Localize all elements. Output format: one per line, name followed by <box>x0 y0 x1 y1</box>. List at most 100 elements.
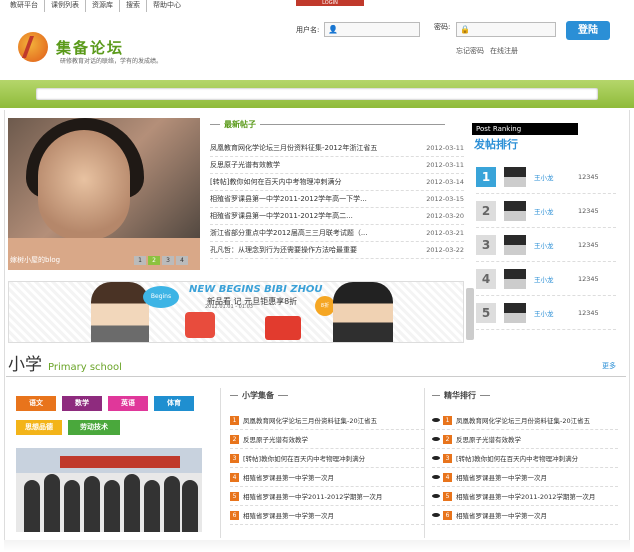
list-item[interactable]: 凤凰教育网化学论坛三月份资料征集-2012年浙江省五 2012-03-11 <box>210 140 464 157</box>
post-title[interactable]: 相殖省罗课县第一中学2011-2012学年高一下学... <box>210 194 410 204</box>
slider-page-3[interactable]: 3 <box>162 256 174 265</box>
slider-page-1[interactable]: 1 <box>134 256 146 265</box>
username-field[interactable]: 👤 <box>324 22 420 37</box>
banner-tv-icon <box>265 316 301 340</box>
tag-english[interactable]: 英语 <box>108 396 148 411</box>
subject-tags: 语文 数学 英语 体育思想品德 劳动技术 <box>16 396 212 444</box>
post-date: 2012-03-22 <box>426 246 464 254</box>
avatar[interactable] <box>504 200 526 221</box>
post-date: 2012-03-20 <box>426 212 464 220</box>
more-link[interactable]: 更多 <box>602 361 616 371</box>
item-title[interactable]: 相殖省罗课县第一中学第一次月 <box>456 472 547 482</box>
item-title[interactable]: 相殖省罗课县第一中学第一次月 <box>243 510 334 520</box>
photo-person <box>164 476 180 532</box>
list-item[interactable]: 6 相殖省罗课县第一中学第一次月 <box>230 506 424 525</box>
list-item[interactable]: 孔凡哲：从理念到行为还需要操作方法哈最重要 2012-03-22 <box>210 242 464 259</box>
nav-item-search[interactable]: 搜索 <box>120 0 147 12</box>
post-title[interactable]: 孔凡哲：从理念到行为还需要操作方法哈最重要 <box>210 245 410 255</box>
list-item[interactable]: 3 [转帖]教你如何在百天内中考物理冲刺满分 <box>432 449 618 468</box>
list-item[interactable]: 相殖省罗课县第一中学2011-2012学年高一下学... 2012-03-15 <box>210 191 464 208</box>
tag-math[interactable]: 数学 <box>62 396 102 411</box>
item-title[interactable]: [转帖]教你如何在百天内中考物理冲刺满分 <box>456 453 578 463</box>
list-item[interactable]: 相殖省罗课县第一中学2011-2012学年高二... 2012-03-20 <box>210 208 464 225</box>
class-photo[interactable] <box>16 448 202 532</box>
register-link[interactable]: 在线注册 <box>490 46 518 56</box>
photo-slider[interactable] <box>8 118 200 270</box>
list-item[interactable]: 2 反思原子光谱有效教学 <box>432 430 618 449</box>
forgot-password-link[interactable]: 忘记密码 <box>456 46 484 56</box>
list-item[interactable]: [转帖]教你如何在百天内中考物理冲刺满分 2012-03-14 <box>210 174 464 191</box>
ink-bullet-icon <box>432 454 441 463</box>
ranking-item[interactable]: 2 王小龙 12345 <box>476 194 616 228</box>
advert-banner[interactable]: Begins NEW BEGINS BIBI ZHOU 新品看 记 元旦钜惠享8… <box>8 281 464 343</box>
rank-user-name[interactable]: 王小龙 <box>534 172 578 182</box>
nav-item-lesson-list[interactable]: 课例列表 <box>45 0 86 12</box>
list-item[interactable]: 5 相殖省罗课县第一中学2011-2012学期第一次月 <box>230 487 424 506</box>
ranking-item[interactable]: 4 王小龙 12345 <box>476 262 616 296</box>
tag-moral[interactable]: 思想品德 <box>16 420 62 435</box>
tag-chinese[interactable]: 语文 <box>16 396 56 411</box>
list-item[interactable]: 浙江省部分重点中学2012届高三三月联考试题（... 2012-03-21 <box>210 225 464 242</box>
item-title[interactable]: 凤凰教育网化学论坛三月份资料征集-20江省五 <box>456 415 590 425</box>
nav-item-resources[interactable]: 资源库 <box>86 0 120 12</box>
ink-bullet-icon <box>432 435 441 444</box>
rank-user-name[interactable]: 王小龙 <box>534 206 578 216</box>
header-rule <box>432 395 440 396</box>
slider-page-2[interactable]: 2 <box>148 256 160 265</box>
photo-person <box>24 480 40 532</box>
post-title[interactable]: 浙江省部分重点中学2012届高三三月联考试题（... <box>210 228 410 238</box>
rank-user-name[interactable]: 王小龙 <box>534 308 578 318</box>
item-title[interactable]: [转帖]教你如何在百天内中考物理冲刺满分 <box>243 453 365 463</box>
latest-posts-header: 最新帖子 <box>210 119 445 130</box>
banner-scrollbar[interactable] <box>466 288 474 340</box>
post-title[interactable]: 反思原子光谱有效教学 <box>210 160 410 170</box>
rank-count: 12345 <box>578 308 599 317</box>
rank-user-name[interactable]: 王小龙 <box>534 240 578 250</box>
rank-count: 12345 <box>578 240 599 249</box>
item-number: 3 <box>443 453 452 463</box>
photo-person <box>84 476 100 532</box>
item-title[interactable]: 相殖省罗课县第一中学2011-2012学期第一次月 <box>243 491 382 501</box>
post-title[interactable]: 凤凰教育网化学论坛三月份资料征集-2012年浙江省五 <box>210 143 410 153</box>
tag-labor[interactable]: 劳动技术 <box>68 420 120 435</box>
login-button[interactable]: 登陆 <box>566 21 610 40</box>
post-title[interactable]: 相殖省罗课县第一中学2011-2012学年高二... <box>210 211 410 221</box>
list-item[interactable]: 4 相殖省罗课县第一中学第一次月 <box>230 468 424 487</box>
avatar[interactable] <box>504 234 526 255</box>
list-item[interactable]: 6 相殖省罗课县第一中学第一次月 <box>432 506 618 525</box>
item-title[interactable]: 凤凰教育网化学论坛三月份资料征集-20江省五 <box>243 415 377 425</box>
logo-title: 集备论坛 <box>56 38 125 57</box>
list-item[interactable]: 2 反思原子光谱有效教学 <box>230 430 424 449</box>
list-item[interactable]: 1 凤凰教育网化学论坛三月份资料征集-20江省五 <box>432 411 618 430</box>
avatar[interactable] <box>504 302 526 323</box>
list-item[interactable]: 反思原子光谱有效教学 2012-03-11 <box>210 157 464 174</box>
tag-pe[interactable]: 体育 <box>154 396 194 411</box>
item-title[interactable]: 反思原子光谱有效教学 <box>456 434 521 444</box>
post-date: 2012-03-21 <box>426 229 464 237</box>
item-title[interactable]: 相殖省罗课县第一中学第一次月 <box>456 510 547 520</box>
avatar[interactable] <box>504 268 526 289</box>
slider-caption[interactable]: 嫁树小屋的blog <box>10 255 60 265</box>
banner-brand-logo: Begins <box>143 286 179 308</box>
password-field[interactable]: 🔒 <box>456 22 556 37</box>
ranking-item[interactable]: 1 王小龙 12345 <box>476 160 616 194</box>
item-title[interactable]: 反思原子光谱有效教学 <box>243 434 308 444</box>
nav-item-teaching-platform[interactable]: 教研平台 <box>4 0 45 12</box>
rank-number: 4 <box>476 268 496 289</box>
item-title[interactable]: 相殖省罗课县第一中学2011-2012学期第一次月 <box>456 491 595 501</box>
list-item[interactable]: 3 [转帖]教你如何在百天内中考物理冲刺满分 <box>230 449 424 468</box>
post-title[interactable]: [转帖]教你如何在百天内中考物理冲刺满分 <box>210 177 410 187</box>
nav-item-help[interactable]: 帮助中心 <box>147 0 187 12</box>
list-item[interactable]: 4 相殖省罗课县第一中学第一次月 <box>432 468 618 487</box>
ranking-item[interactable]: 5 王小龙 12345 <box>476 296 616 330</box>
username-row: 用户名: 👤 <box>296 22 420 37</box>
list-item[interactable]: 5 相殖省罗课县第一中学2011-2012学期第一次月 <box>432 487 618 506</box>
rank-user-name[interactable]: 王小龙 <box>534 274 578 284</box>
ranking-item[interactable]: 3 王小龙 12345 <box>476 228 616 262</box>
column-title: 精华排行 <box>444 391 476 400</box>
avatar[interactable] <box>504 166 526 187</box>
item-title[interactable]: 相殖省罗课县第一中学第一次月 <box>243 472 334 482</box>
photo-person <box>104 480 120 532</box>
list-item[interactable]: 1 凤凰教育网化学论坛三月份资料征集-20江省五 <box>230 411 424 430</box>
slider-page-4[interactable]: 4 <box>176 256 188 265</box>
